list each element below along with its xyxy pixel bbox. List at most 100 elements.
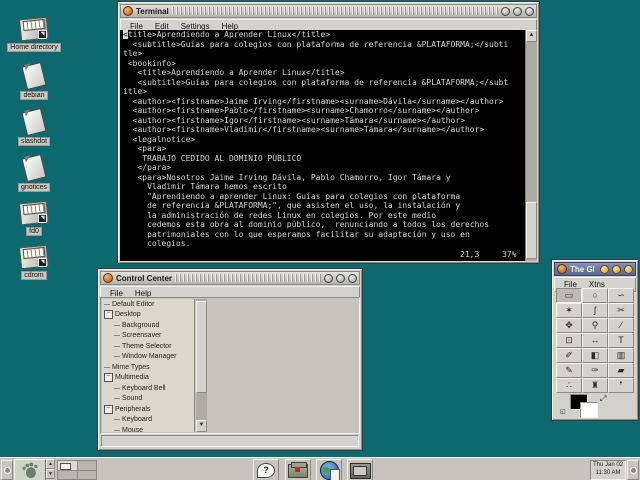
tree-item-mouse[interactable]: Mouse <box>102 425 194 432</box>
tool-free-select-button[interactable]: ∽ <box>608 288 634 303</box>
tree-item-multimedia[interactable]: −Multimedia <box>102 373 194 384</box>
terminal-titlebar[interactable]: Terminal <box>120 4 537 18</box>
expander-icon[interactable]: − <box>104 310 113 319</box>
tool-crop-button[interactable]: ∕ <box>608 318 634 333</box>
tree-item-window-manager[interactable]: Window Manager <box>102 352 194 363</box>
tool-bezier-select-button[interactable]: ʃ <box>582 303 608 318</box>
swap-colors-icon[interactable]: ⤢ <box>600 394 606 404</box>
gimp-toolbox-window: The GI FileXtns ▭○∽✶ʃ✂✥⚲∕⊡↔T✐◧▥✎✑▰∴♜❜ ⤢ … <box>551 259 639 421</box>
panel-hide-button-right[interactable] <box>627 460 639 480</box>
titlebar-grip[interactable] <box>175 274 321 282</box>
desk-guide-pager[interactable] <box>57 460 97 480</box>
workspace-1[interactable] <box>58 461 77 470</box>
tree-branch-line <box>114 325 120 326</box>
panel-hide-button-left[interactable] <box>1 460 13 480</box>
maximize-button[interactable] <box>513 7 522 16</box>
gimp-titlebar[interactable]: The GI <box>554 262 636 276</box>
terminal-line: <author><firstname>Vladimir</firstname><… <box>120 125 526 135</box>
maximize-button[interactable] <box>612 265 621 274</box>
tool-transform-button[interactable]: ⊡ <box>556 333 582 348</box>
minimize-button[interactable] <box>600 265 609 274</box>
desktop-icon-gnotices[interactable]: gnotices <box>4 154 64 192</box>
terminal-line: <legalnotice> <box>120 135 526 145</box>
minimize-button[interactable] <box>501 7 510 16</box>
tool-ellipse-select-button[interactable]: ○ <box>582 288 608 303</box>
tool-color-picker-button[interactable]: ✐ <box>556 348 582 363</box>
tree-branch-line <box>114 346 120 347</box>
tool-fuzzy-select-button[interactable]: ✶ <box>556 303 582 318</box>
control-center-window-icon[interactable] <box>103 273 113 283</box>
desktop-icon-home-directory[interactable]: ◥Home directory <box>4 14 64 52</box>
tool-pencil-button[interactable]: ✎ <box>556 363 582 378</box>
titlebar-grip[interactable] <box>172 7 498 15</box>
tool-zoom-button[interactable]: ⚲ <box>582 318 608 333</box>
tree-scrollbar[interactable]: ▼ <box>196 299 207 432</box>
gimp-window-icon[interactable] <box>557 264 567 274</box>
tool-airbrush-button[interactable]: ∴ <box>556 378 582 393</box>
launcher-terminal-emulator[interactable] <box>347 459 373 480</box>
tree-item-screensaver[interactable]: Screensaver <box>102 331 194 342</box>
tree-item-theme-selector[interactable]: Theme Selector <box>102 341 194 352</box>
workspace-2[interactable] <box>78 461 97 470</box>
tool-blend-button[interactable]: ▥ <box>608 348 634 363</box>
tree-item-desktop[interactable]: −Desktop <box>102 310 194 321</box>
maximize-button[interactable] <box>336 274 345 283</box>
expander-icon[interactable]: − <box>104 373 113 382</box>
gimp-color-area: ⤢ ◱ <box>556 394 634 418</box>
control-center-titlebar[interactable]: Control Center <box>100 271 360 285</box>
terminal-scrollbar-thumb[interactable] <box>526 202 537 259</box>
tool-scissors-button[interactable]: ✂ <box>608 303 634 318</box>
workspace-4[interactable] <box>78 471 97 480</box>
expander-icon[interactable]: − <box>104 405 113 414</box>
tree-item-default-editor[interactable]: Default Editor <box>102 299 194 310</box>
tree-scrollbar-thumb[interactable] <box>196 301 207 393</box>
workspace-3[interactable] <box>58 471 77 480</box>
tool-rect-select-button[interactable]: ▭ <box>556 288 582 303</box>
tree-item-sound[interactable]: Sound <box>102 394 194 405</box>
desktop-icon-slashdot[interactable]: slashdot <box>4 108 64 146</box>
tool-eraser-button[interactable]: ▰ <box>608 363 634 378</box>
terminal-scrollbar[interactable]: ▲ <box>525 30 537 261</box>
tool-paintbrush-button[interactable]: ✑ <box>582 363 608 378</box>
desktop-icon-label: slashdot <box>18 137 50 146</box>
tool-flip-button[interactable]: ↔ <box>582 333 608 348</box>
help-icon: ? <box>257 463 275 478</box>
scroll-down-arrow-icon[interactable]: ▼ <box>196 420 207 432</box>
tree-item-keyboard[interactable]: Keyboard <box>102 415 194 426</box>
tasklist-up-arrow[interactable]: ▲ <box>46 459 55 469</box>
terminal-window-icon[interactable] <box>123 6 133 16</box>
tool-text-button[interactable]: T <box>608 333 634 348</box>
toolbox-icon <box>288 464 308 478</box>
gnome-foot-icon <box>21 461 39 479</box>
terminal-window: Terminal FileEditSettingsHelp <title>Apr… <box>117 1 540 264</box>
tree-item-peripherals[interactable]: −Peripherals <box>102 404 194 415</box>
scroll-up-arrow-icon[interactable]: ▲ <box>526 30 537 42</box>
close-button[interactable] <box>624 265 633 274</box>
close-button[interactable] <box>348 274 357 283</box>
tasklist-down-arrow[interactable]: ▼ <box>46 469 55 479</box>
tree-item-label: Theme Selector <box>122 343 171 350</box>
desktop-icon-fd0[interactable]: ◥fd0 <box>4 198 64 236</box>
tool-move-button[interactable]: ✥ <box>556 318 582 333</box>
background-color-swatch[interactable] <box>580 402 598 418</box>
tool-bucket-fill-button[interactable]: ◧ <box>582 348 608 363</box>
main-menu-button[interactable] <box>14 459 46 480</box>
control-center-main: Default Editor−DesktopBackgroundScreensa… <box>100 297 360 434</box>
tree-item-background[interactable]: Background <box>102 320 194 331</box>
tree-item-mime-types[interactable]: Mime Types <box>102 362 194 373</box>
desktop-icon-debian[interactable]: debian <box>4 62 64 100</box>
clock-applet[interactable]: Thu Jan 02 11:30 AM <box>590 460 626 480</box>
desktop-icon-cdrom[interactable]: ◥cdrom <box>4 242 64 280</box>
minimize-button[interactable] <box>324 274 333 283</box>
tree-item-label: Keyboard <box>122 416 152 423</box>
launcher-web-browser[interactable] <box>316 459 342 480</box>
tool-clone-button[interactable]: ♜ <box>582 378 608 393</box>
tool-convolve-button[interactable]: ❜ <box>608 378 634 393</box>
launcher-help[interactable]: ? <box>253 459 279 480</box>
tree-item-label: Window Manager <box>122 353 176 360</box>
reset-colors-icon[interactable]: ◱ <box>560 408 566 415</box>
launcher-toolbox[interactable] <box>285 459 311 480</box>
terminal-content[interactable]: <title>Aprendiendo a Aprender Linux</tit… <box>120 30 526 261</box>
tree-item-keyboard-bell[interactable]: Keyboard Bell <box>102 383 194 394</box>
close-button[interactable] <box>525 7 534 16</box>
